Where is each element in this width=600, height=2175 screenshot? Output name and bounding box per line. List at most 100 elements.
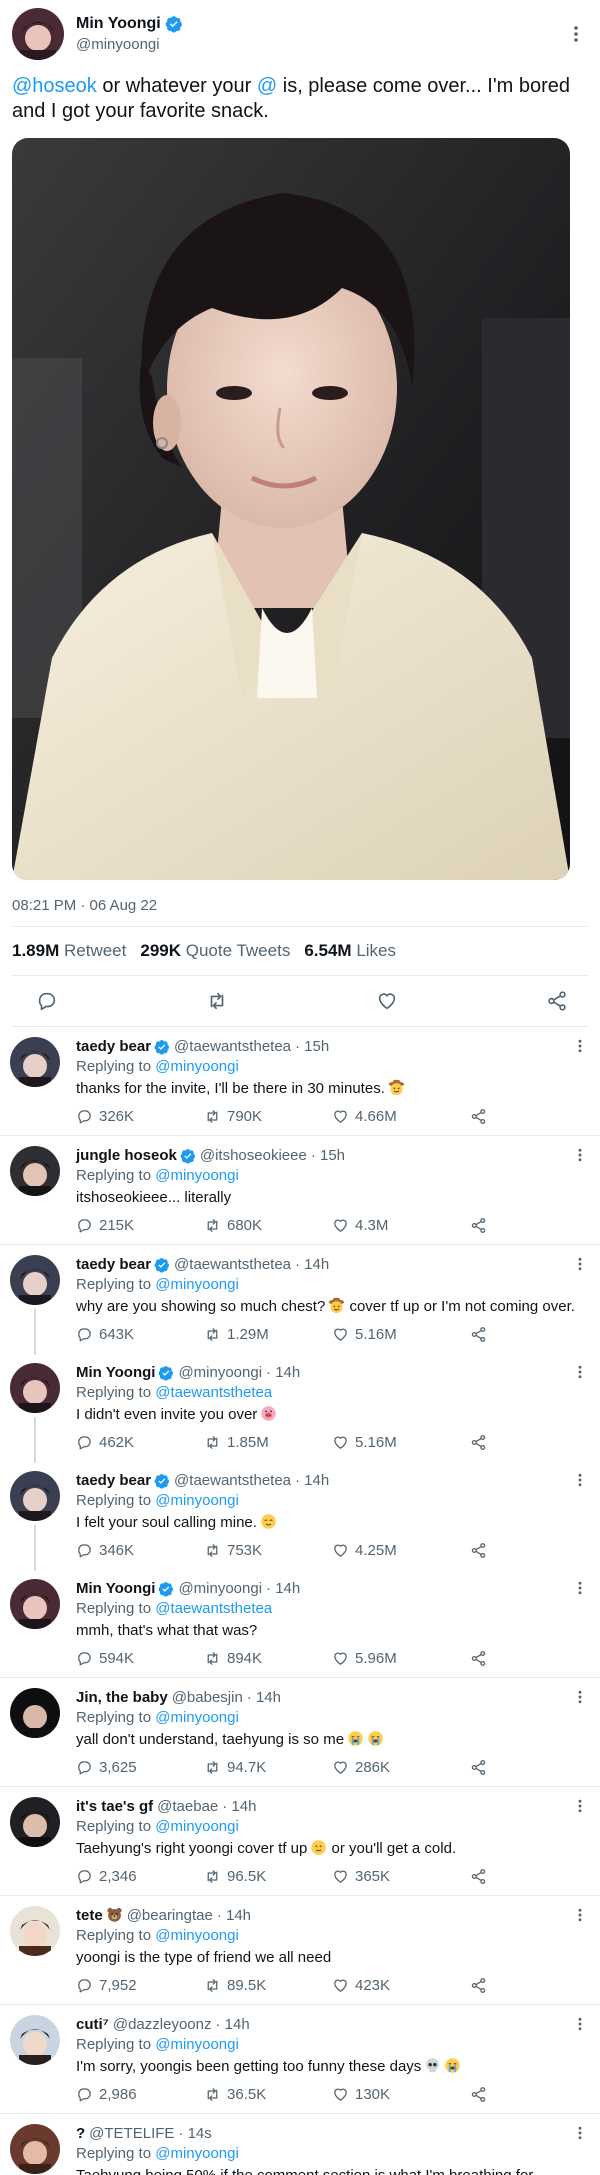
more-options-icon[interactable]	[572, 1689, 588, 1708]
reply-time[interactable]: · 14h	[222, 1797, 256, 1817]
reply-tweet[interactable]: cuti⁷ @dazzleyoonz · 14h Replying to @minyo…	[0, 2005, 600, 2114]
reply-tweet[interactable]: jungle hoseok @itshoseokieee · 15h Replying…	[0, 1136, 600, 1245]
like-button[interactable]: 5.96M	[332, 1650, 470, 1667]
display-name[interactable]: cuti⁷	[76, 2015, 109, 2035]
mention-link[interactable]: @minyoongi	[155, 1709, 239, 1726]
mention-link[interactable]: @minyoongi	[155, 1276, 239, 1293]
reply-time[interactable]: · 15h	[295, 1037, 329, 1057]
share-icon[interactable]	[546, 990, 568, 1012]
like-button[interactable]: 130K	[332, 2086, 470, 2103]
avatar[interactable]	[10, 1146, 60, 1196]
share-button[interactable]	[470, 1108, 487, 1125]
retweet-stat[interactable]: 1.89M Retweet	[12, 941, 126, 961]
reply-time[interactable]: · 14h	[266, 1363, 300, 1383]
display-name[interactable]: taedy bear	[76, 1037, 151, 1057]
more-options-icon[interactable]	[572, 1798, 588, 1817]
like-button[interactable]: 286K	[332, 1759, 470, 1776]
reply-button[interactable]: 326K	[76, 1108, 204, 1125]
display-name[interactable]: taedy bear	[76, 1471, 151, 1491]
mention-link[interactable]: @hoseok	[12, 75, 97, 97]
mention-link[interactable]: @minyoongi	[155, 1492, 239, 1509]
retweet-button[interactable]: 894K	[204, 1650, 332, 1667]
reply-button[interactable]: 594K	[76, 1650, 204, 1667]
quote-stat[interactable]: 299K Quote Tweets	[140, 941, 290, 961]
mention-link[interactable]: @taewantsthetea	[155, 1384, 272, 1401]
share-button[interactable]	[470, 1217, 487, 1234]
display-name[interactable]: Min Yoongi	[76, 15, 161, 33]
reply-time[interactable]: · 14h	[215, 2015, 249, 2035]
more-options-icon[interactable]	[572, 1038, 588, 1057]
reply-button[interactable]: 2,986	[76, 2086, 204, 2103]
reply-time[interactable]: · 14h	[266, 1579, 300, 1599]
share-button[interactable]	[470, 2086, 487, 2103]
like-button[interactable]: 5.16M	[332, 1326, 470, 1343]
reply-time[interactable]: · 14h	[295, 1471, 329, 1491]
tweet-timestamp[interactable]: 08:21 PM · 06 Aug 22	[12, 894, 588, 918]
like-button[interactable]: 4.25M	[332, 1542, 470, 1559]
reply-tweet[interactable]: tete @bearingtae · 14h Replying to @minyoon…	[0, 1896, 600, 2005]
reply-button[interactable]: 462K	[76, 1434, 204, 1451]
more-options-icon[interactable]	[564, 22, 588, 46]
reply-tweet[interactable]: taedy bear @taewantsthetea · 15h Replying t…	[0, 1027, 600, 1136]
user-handle[interactable]: @bearingtae	[127, 1906, 213, 1926]
display-name[interactable]: Min Yoongi	[76, 1579, 155, 1599]
reply-button[interactable]: 3,625	[76, 1759, 204, 1776]
avatar[interactable]	[10, 2124, 60, 2174]
avatar[interactable]	[10, 1797, 60, 1847]
retweet-button[interactable]: 94.7K	[204, 1759, 332, 1776]
like-button[interactable]: 4.66M	[332, 1108, 470, 1125]
reply-time[interactable]: · 14s	[178, 2124, 211, 2144]
share-button[interactable]	[470, 1868, 487, 1885]
mention-link[interactable]: @minyoongi	[155, 1167, 239, 1184]
reply-time[interactable]: · 14h	[247, 1688, 281, 1708]
display-name[interactable]: ?	[76, 2124, 85, 2144]
user-handle[interactable]: @minyoongi	[178, 1363, 262, 1383]
share-button[interactable]	[470, 1542, 487, 1559]
user-handle[interactable]: @minyoongi	[178, 1579, 262, 1599]
avatar[interactable]	[10, 1471, 60, 1521]
tweet-photo[interactable]	[12, 138, 570, 880]
reply-tweet[interactable]: taedy bear @taewantsthetea · 14h Replying t…	[0, 1245, 600, 1355]
user-handle[interactable]: @taewantsthetea	[174, 1037, 291, 1057]
retweet-button[interactable]: 36.5K	[204, 2086, 332, 2103]
reply-tweet[interactable]: Jin, the baby @babesjin · 14h Replying to @…	[0, 1678, 600, 1787]
like-button[interactable]: 423K	[332, 1977, 470, 1994]
user-handle[interactable]: @minyoongi	[76, 36, 564, 53]
mention-link[interactable]: @minyoongi	[155, 2145, 239, 2162]
share-button[interactable]	[470, 1650, 487, 1667]
reply-button[interactable]: 7,952	[76, 1977, 204, 1994]
mention-link[interactable]: @minyoongi	[155, 2036, 239, 2053]
mention-link[interactable]: @minyoongi	[155, 1058, 239, 1075]
reply-tweet[interactable]: Min Yoongi @minyoongi · 14h Replying to @ta…	[0, 1569, 600, 1678]
share-button[interactable]	[470, 1434, 487, 1451]
more-options-icon[interactable]	[572, 1256, 588, 1275]
more-options-icon[interactable]	[572, 1147, 588, 1166]
avatar[interactable]	[10, 1579, 60, 1629]
more-options-icon[interactable]	[572, 2125, 588, 2144]
mention-link[interactable]: @minyoongi	[155, 1818, 239, 1835]
more-options-icon[interactable]	[572, 1364, 588, 1383]
retweet-button[interactable]: 1.85M	[204, 1434, 332, 1451]
retweet-button[interactable]: 96.5K	[204, 1868, 332, 1885]
like-icon[interactable]	[376, 990, 398, 1012]
reply-button[interactable]: 643K	[76, 1326, 204, 1343]
mention-link[interactable]: @	[257, 75, 277, 97]
display-name[interactable]: tete	[76, 1906, 103, 1926]
reply-tweet[interactable]: it's tae's gf @taebae · 14h Replying to @mi…	[0, 1787, 600, 1896]
retweet-button[interactable]: 753K	[204, 1542, 332, 1559]
display-name[interactable]: taedy bear	[76, 1255, 151, 1275]
retweet-button[interactable]: 790K	[204, 1108, 332, 1125]
display-name[interactable]: Jin, the baby	[76, 1688, 168, 1708]
reply-tweet[interactable]: taedy bear @taewantsthetea · 14h Replying t…	[0, 1461, 600, 1571]
mention-link[interactable]: @minyoongi	[155, 1927, 239, 1944]
like-button[interactable]: 5.16M	[332, 1434, 470, 1451]
retweet-button[interactable]: 89.5K	[204, 1977, 332, 1994]
like-button[interactable]: 4.3M	[332, 1217, 470, 1234]
avatar[interactable]	[10, 1906, 60, 1956]
reply-tweet[interactable]: Min Yoongi @minyoongi · 14h Replying to @ta…	[0, 1353, 600, 1463]
share-button[interactable]	[470, 1326, 487, 1343]
reply-time[interactable]: · 15h	[311, 1146, 345, 1166]
retweet-button[interactable]: 1.29M	[204, 1326, 332, 1343]
display-name[interactable]: Min Yoongi	[76, 1363, 155, 1383]
user-handle[interactable]: @babesjin	[172, 1688, 243, 1708]
